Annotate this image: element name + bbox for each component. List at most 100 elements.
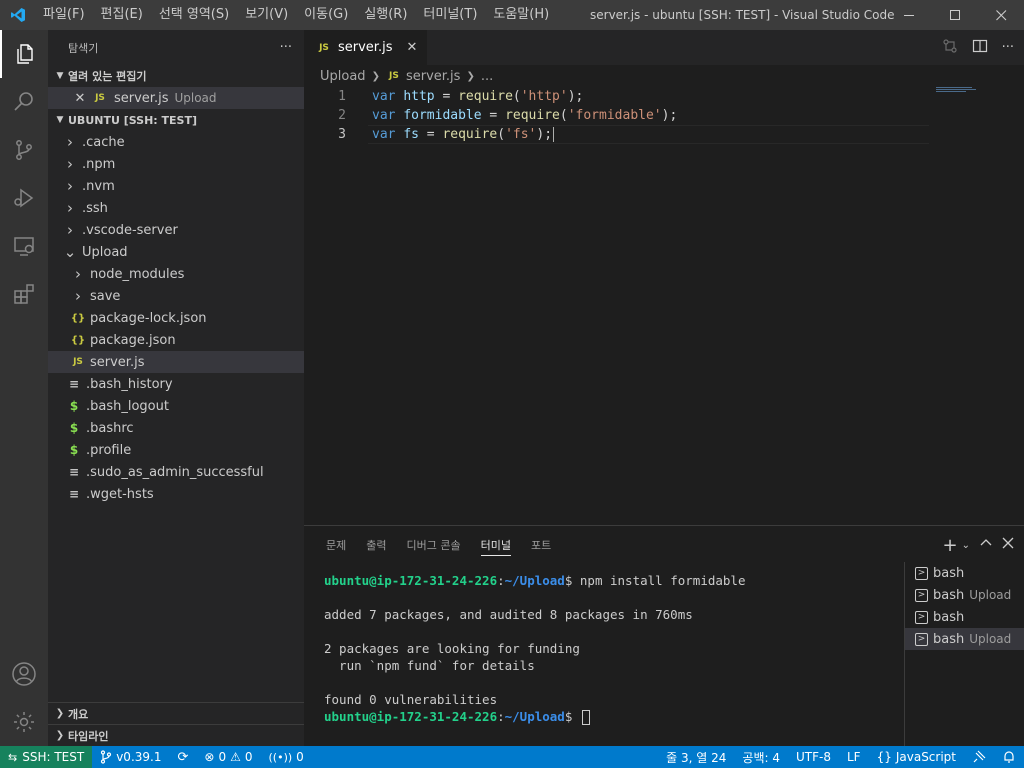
terminal-instance[interactable]: > bash Upload bbox=[905, 628, 1024, 650]
editor-actions: ··· bbox=[942, 30, 1014, 65]
tab-server-js[interactable]: JS server.js ✕ bbox=[304, 30, 428, 65]
git-branch-icon bbox=[101, 750, 112, 764]
panel-tab[interactable]: 출력 bbox=[366, 526, 386, 564]
search-icon[interactable] bbox=[0, 78, 48, 126]
tree-item[interactable]: › .nvm bbox=[48, 175, 304, 197]
split-editor-icon[interactable] bbox=[972, 38, 988, 58]
panel-tab[interactable]: 문제 bbox=[326, 526, 346, 564]
end-of-line[interactable]: LF bbox=[839, 746, 869, 768]
close-icon[interactable]: ✕ bbox=[72, 91, 88, 106]
terminal-instance[interactable]: > bash bbox=[905, 562, 1024, 584]
tree-item-label: server.js bbox=[90, 354, 145, 370]
run-debug-icon[interactable] bbox=[0, 174, 48, 222]
tree-item[interactable]: {} package-lock.json bbox=[48, 307, 304, 329]
breadcrumb-symbol[interactable]: ... bbox=[481, 69, 493, 84]
tree-item[interactable]: ≡ .sudo_as_admin_successful bbox=[48, 461, 304, 483]
terminal-instance[interactable]: > bash bbox=[905, 606, 1024, 628]
terminal-icon: > bbox=[915, 566, 928, 580]
terminal-list: > bash > bash Upload > bash > bash Upload bbox=[904, 562, 1024, 747]
activity-bar bbox=[0, 30, 48, 746]
new-terminal-icon[interactable]: + bbox=[943, 535, 958, 556]
indentation[interactable]: 공백: 4 bbox=[734, 746, 788, 768]
prompt-path: ~/Upload bbox=[504, 709, 565, 724]
text-file-icon: ≡ bbox=[68, 465, 80, 479]
menu-item[interactable]: 편집(E) bbox=[93, 0, 151, 30]
minimize-button[interactable] bbox=[886, 0, 932, 30]
remote-icon: ⇆ bbox=[8, 750, 18, 764]
tree-item[interactable]: › save bbox=[48, 285, 304, 307]
workspace-section[interactable]: ▼ UBUNTU [SSH: TEST] bbox=[48, 109, 304, 131]
tree-item[interactable]: $ .bash_logout bbox=[48, 395, 304, 417]
code-token: 'formidable' bbox=[567, 108, 662, 123]
chevron-right-icon: ❯ bbox=[371, 70, 380, 82]
tree-item[interactable]: › .ssh bbox=[48, 197, 304, 219]
encoding[interactable]: UTF-8 bbox=[788, 746, 839, 768]
chevron-down-icon[interactable]: ⌄ bbox=[962, 540, 970, 551]
minimap[interactable] bbox=[936, 87, 976, 93]
menu-item[interactable]: 실행(R) bbox=[356, 0, 415, 30]
account-icon[interactable] bbox=[0, 650, 48, 698]
panel-tabs: 문제 출력 디버그 콘솔 터미널 포트 bbox=[304, 526, 1024, 564]
sync-status[interactable]: ⟳ bbox=[169, 746, 196, 768]
javascript-file-icon: JS bbox=[73, 357, 83, 367]
terminal-instance[interactable]: > bash Upload bbox=[905, 584, 1024, 606]
close-window-button[interactable] bbox=[978, 0, 1024, 30]
remote-indicator[interactable]: ⇆ SSH: TEST bbox=[0, 746, 93, 768]
terminal-name: bash bbox=[933, 565, 965, 581]
terminal-cursor bbox=[581, 710, 590, 725]
settings-gear-icon[interactable] bbox=[0, 698, 48, 746]
tree-item[interactable]: $ .profile bbox=[48, 439, 304, 461]
open-editors-section[interactable]: ▼ 열려 있는 편집기 bbox=[48, 65, 304, 87]
tree-item[interactable]: ⌄ Upload bbox=[48, 241, 304, 263]
remote-explorer-icon[interactable] bbox=[0, 222, 48, 270]
maximize-panel-icon[interactable] bbox=[980, 537, 992, 553]
menu-item[interactable]: 이동(G) bbox=[296, 0, 356, 30]
menu-item[interactable]: 터미널(T) bbox=[415, 0, 485, 30]
open-editor-item[interactable]: ✕ JS server.js Upload bbox=[48, 87, 304, 109]
panel-tab[interactable]: 디버그 콘솔 bbox=[407, 526, 461, 564]
tree-item[interactable]: › .npm bbox=[48, 153, 304, 175]
tree-item[interactable]: ≡ .bash_history bbox=[48, 373, 304, 395]
tree-item[interactable]: › .cache bbox=[48, 131, 304, 153]
source-control-icon[interactable] bbox=[0, 126, 48, 174]
cursor-position[interactable]: 줄 3, 열 24 bbox=[658, 746, 734, 768]
outline-section[interactable]: ❯ 개요 bbox=[48, 702, 304, 724]
tree-item[interactable]: › .vscode-server bbox=[48, 219, 304, 241]
menu-item[interactable]: 선택 영역(S) bbox=[151, 0, 237, 30]
extensions-icon[interactable] bbox=[0, 270, 48, 318]
code-line[interactable]: 2 var formidable = require('formidable'); bbox=[304, 106, 1024, 125]
problems-status[interactable]: ⊗ 0 ⚠ 0 bbox=[196, 746, 260, 768]
tree-item[interactable]: › node_modules bbox=[48, 263, 304, 285]
open-changes-icon[interactable] bbox=[942, 38, 958, 58]
menu-item[interactable]: 도움말(H) bbox=[485, 0, 557, 30]
explorer-sidebar: 탐색기 ··· ▼ 열려 있는 편집기 ✕ JS server.js Uploa… bbox=[48, 30, 304, 746]
panel-tab[interactable]: 터미널 bbox=[480, 526, 512, 564]
close-tab-icon[interactable]: ✕ bbox=[406, 40, 417, 55]
code-editor[interactable]: 1 var http = require('http'); 2 var formida… bbox=[304, 87, 1024, 144]
feedback-icon[interactable] bbox=[964, 746, 994, 768]
code-line[interactable]: 1 var http = require('http'); bbox=[304, 87, 1024, 106]
language-mode[interactable]: {} JavaScript bbox=[869, 746, 964, 768]
menu-item[interactable]: 보기(V) bbox=[237, 0, 296, 30]
code-line[interactable]: 3 var fs = require('fs'); bbox=[304, 125, 1024, 144]
close-panel-icon[interactable] bbox=[1002, 537, 1014, 553]
more-actions-icon[interactable]: ··· bbox=[280, 40, 292, 55]
maximize-button[interactable] bbox=[932, 0, 978, 30]
more-actions-icon[interactable]: ··· bbox=[1002, 40, 1014, 55]
menu-item[interactable]: 파일(F) bbox=[35, 0, 93, 30]
timeline-section[interactable]: ❯ 타임라인 bbox=[48, 724, 304, 746]
tree-item[interactable]: $ .bashrc bbox=[48, 417, 304, 439]
branch-status[interactable]: v0.39.1 bbox=[92, 746, 169, 768]
tree-item[interactable]: JS server.js bbox=[48, 351, 304, 373]
prompt-separator: : bbox=[497, 573, 505, 588]
tree-item[interactable]: ≡ .wget-hsts bbox=[48, 483, 304, 505]
ports-status[interactable]: ((•)) 0 bbox=[261, 746, 312, 768]
breadcrumb-file[interactable]: server.js bbox=[406, 69, 460, 84]
explorer-icon[interactable] bbox=[0, 30, 48, 78]
panel-tab[interactable]: 포트 bbox=[531, 526, 551, 564]
tree-item[interactable]: {} package.json bbox=[48, 329, 304, 351]
breadcrumb-folder[interactable]: Upload bbox=[320, 69, 366, 84]
notifications-icon[interactable] bbox=[994, 746, 1024, 768]
terminal-output[interactable]: ubuntu@ip-172-31-24-226:~/Upload$ npm in… bbox=[324, 572, 894, 725]
chevron-right-icon: ❯ bbox=[466, 70, 475, 82]
